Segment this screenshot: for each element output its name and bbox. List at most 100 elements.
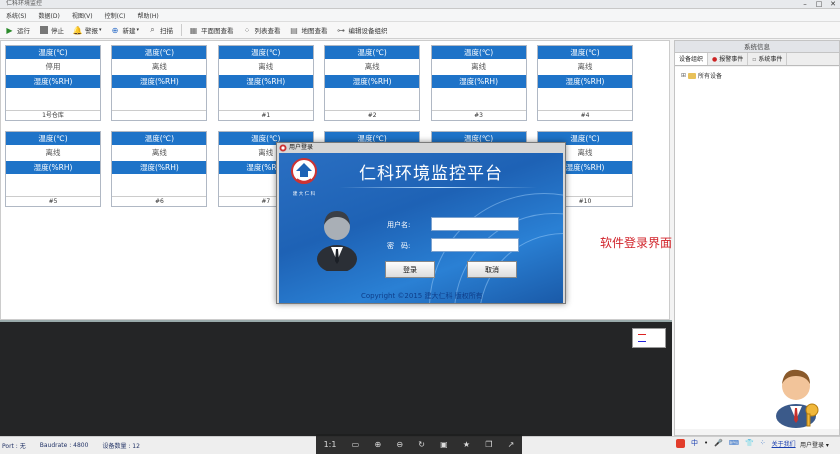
temperature-value: 离线 [471,62,487,71]
device-card[interactable]: 温度(℃) 离线 湿度(%RH) #4 [537,45,633,121]
humidity-value [538,88,632,104]
alarm-button[interactable]: 🔔 警报 ▾ [72,25,102,36]
fit-screen-icon[interactable]: ▭ [352,440,360,449]
temperature-value: 离线 [364,62,380,71]
tab-system-events[interactable]: ▫ 系统事件 [748,53,788,65]
humidity-header: 湿度(%RH) [538,75,632,88]
close-button[interactable]: ✕ [826,0,840,8]
punctuation-icon[interactable]: • [704,439,708,447]
login-dialog-body: 建 大 仁 科 仁科环境监控平台 用户名: 密 码: 登录 取消 Copyrig… [279,153,563,303]
stop-label: 停止 [51,27,64,35]
device-card[interactable]: 温度(℃) 离线 湿度(%RH) #6 [111,131,208,207]
image-viewer-toolbar: 1:1 ▭ ⊕ ⊖ ↻ ▣ ★ ❐ ↗ [316,434,522,454]
humidity-header: 湿度(%RH) [218,75,313,88]
humidity-value [432,88,526,104]
expand-icon[interactable]: ⊞ [681,72,686,79]
tab-device-org[interactable]: 设备组织 [675,53,709,65]
device-card[interactable]: 温度(℃) 离线 湿度(%RH) #2 [324,45,421,121]
device-card[interactable]: 温度(℃) 离线 湿度(%RH) #1 [217,45,314,121]
bookmark-icon[interactable]: ★ [463,440,470,449]
menu-control[interactable]: 控制(C) [105,11,126,20]
grid-tray-icon[interactable]: ⁘ [760,439,766,447]
humidity-header: 湿度(%RH) [6,161,100,174]
floor-view-label: 平面图查看 [201,27,234,35]
run-button[interactable]: ▶ 运行 [4,25,30,36]
device-label: #2 [325,110,420,120]
device-label: 1号仓库 [6,110,100,120]
menu-help[interactable]: 帮助(H) [137,11,158,20]
username-input[interactable] [431,217,519,231]
plus-icon: ⊕ [111,25,119,35]
copy-icon[interactable]: ❐ [485,440,492,449]
password-input[interactable] [431,238,519,252]
keyboard-icon[interactable]: ⌨ [729,439,739,447]
status-baudrate: Baudrate : 4800 [39,442,89,449]
mini-legend [632,328,666,348]
shirt-icon[interactable]: 👕 [745,439,754,447]
device-card[interactable]: 温度(℃) 离线 湿度(%RH) [111,45,208,121]
user-avatar-key-icon[interactable] [772,360,824,428]
edit-org-button[interactable]: ⊶ 编辑设备组织 [336,25,388,36]
tree-node-all-devices[interactable]: ⊞ 所有设备 [681,71,722,80]
scan-icon: ⌕ [150,25,155,34]
stop-button[interactable]: 停止 [38,25,64,36]
temperature-value: 离线 [577,62,593,71]
legend-line-blue [638,341,646,342]
zoom-in-icon[interactable]: ⊕ [374,440,381,449]
new-label: 新建 [122,27,136,35]
map-view-label: 地图查看 [301,27,328,35]
map-icon: ▤ [290,25,298,35]
new-button[interactable]: ⊕ 新建 ▾ [110,25,139,36]
login-dialog: 用户登录 建 大 仁 科 仁科环境监控平台 用户名: 密 码: 登录 取消 Co… [276,142,566,304]
password-label: 密 码: [387,242,411,250]
map-view-button[interactable]: ▤ 地图查看 [289,25,328,36]
system-tray: 中 • 🎤 ⌨ 👕 ⁘ 关于我们 [676,438,802,448]
menu-view[interactable]: 视图(V) [72,11,93,20]
system-info-title: 系统信息 [675,41,839,53]
user-login-menu[interactable]: 用户登录 ▾ [800,440,829,449]
window-titlebar: 仁科环境监控 – □ ✕ [0,0,840,9]
list-view-button[interactable]: ⁘ 列表查看 [242,25,281,36]
tree-node-label: 所有设备 [698,73,723,80]
humidity-header: 湿度(%RH) [112,161,207,174]
edit-org-label: 编辑设备组织 [348,27,388,35]
ime-logo-icon[interactable] [676,438,685,448]
list-view-label: 列表查看 [254,27,281,35]
viewer-ratio[interactable]: 1:1 [324,440,337,449]
alarm-bell-icon: ● [712,55,718,63]
floor-view-button[interactable]: ▦ 平面图查看 [188,25,234,36]
scan-button[interactable]: ⌕ 扫描 [147,25,173,36]
grid-icon: ⁘ [243,25,251,35]
login-button[interactable]: 登录 [385,261,435,278]
window-title: 仁科环境监控 [6,0,43,7]
ime-mode[interactable]: 中 [691,438,698,448]
save-icon[interactable]: ▣ [440,440,448,449]
device-label: #3 [431,110,526,120]
chevron-down-icon: ▾ [99,27,102,33]
menu-data[interactable]: 数据(D) [39,11,60,20]
about-link[interactable]: 关于我们 [772,439,796,448]
alarm-icon: 🔔 [72,25,83,35]
device-label: #6 [112,196,207,206]
share-icon[interactable]: ↗ [508,440,515,449]
zoom-out-icon[interactable]: ⊖ [396,440,403,449]
legend-line-red [638,334,646,335]
maximize-button[interactable]: □ [812,0,826,8]
scan-label: 扫描 [160,27,174,35]
device-card[interactable]: 温度(℃) 离线 湿度(%RH) #5 [5,131,101,207]
mic-icon[interactable]: 🎤 [714,439,723,447]
menu-system[interactable]: 系统(S) [6,11,27,20]
tab-alarm-events[interactable]: ● 报警事件 [708,53,749,65]
humidity-header: 湿度(%RH) [112,75,207,88]
temperature-header: 温度(℃) [431,46,526,59]
humidity-value [112,174,206,190]
minimize-button[interactable]: – [798,0,812,8]
device-card[interactable]: 温度(℃) 停用 湿度(%RH) 1号仓库 [5,45,101,121]
user-avatar-icon [317,211,357,271]
temperature-value: 离线 [45,148,61,157]
device-card[interactable]: 温度(℃) 离线 湿度(%RH) #3 [430,45,527,121]
rotate-icon[interactable]: ↻ [418,440,425,449]
device-label: #5 [6,196,100,206]
username-label: 用户名: [387,221,411,229]
cancel-button[interactable]: 取消 [467,261,517,278]
